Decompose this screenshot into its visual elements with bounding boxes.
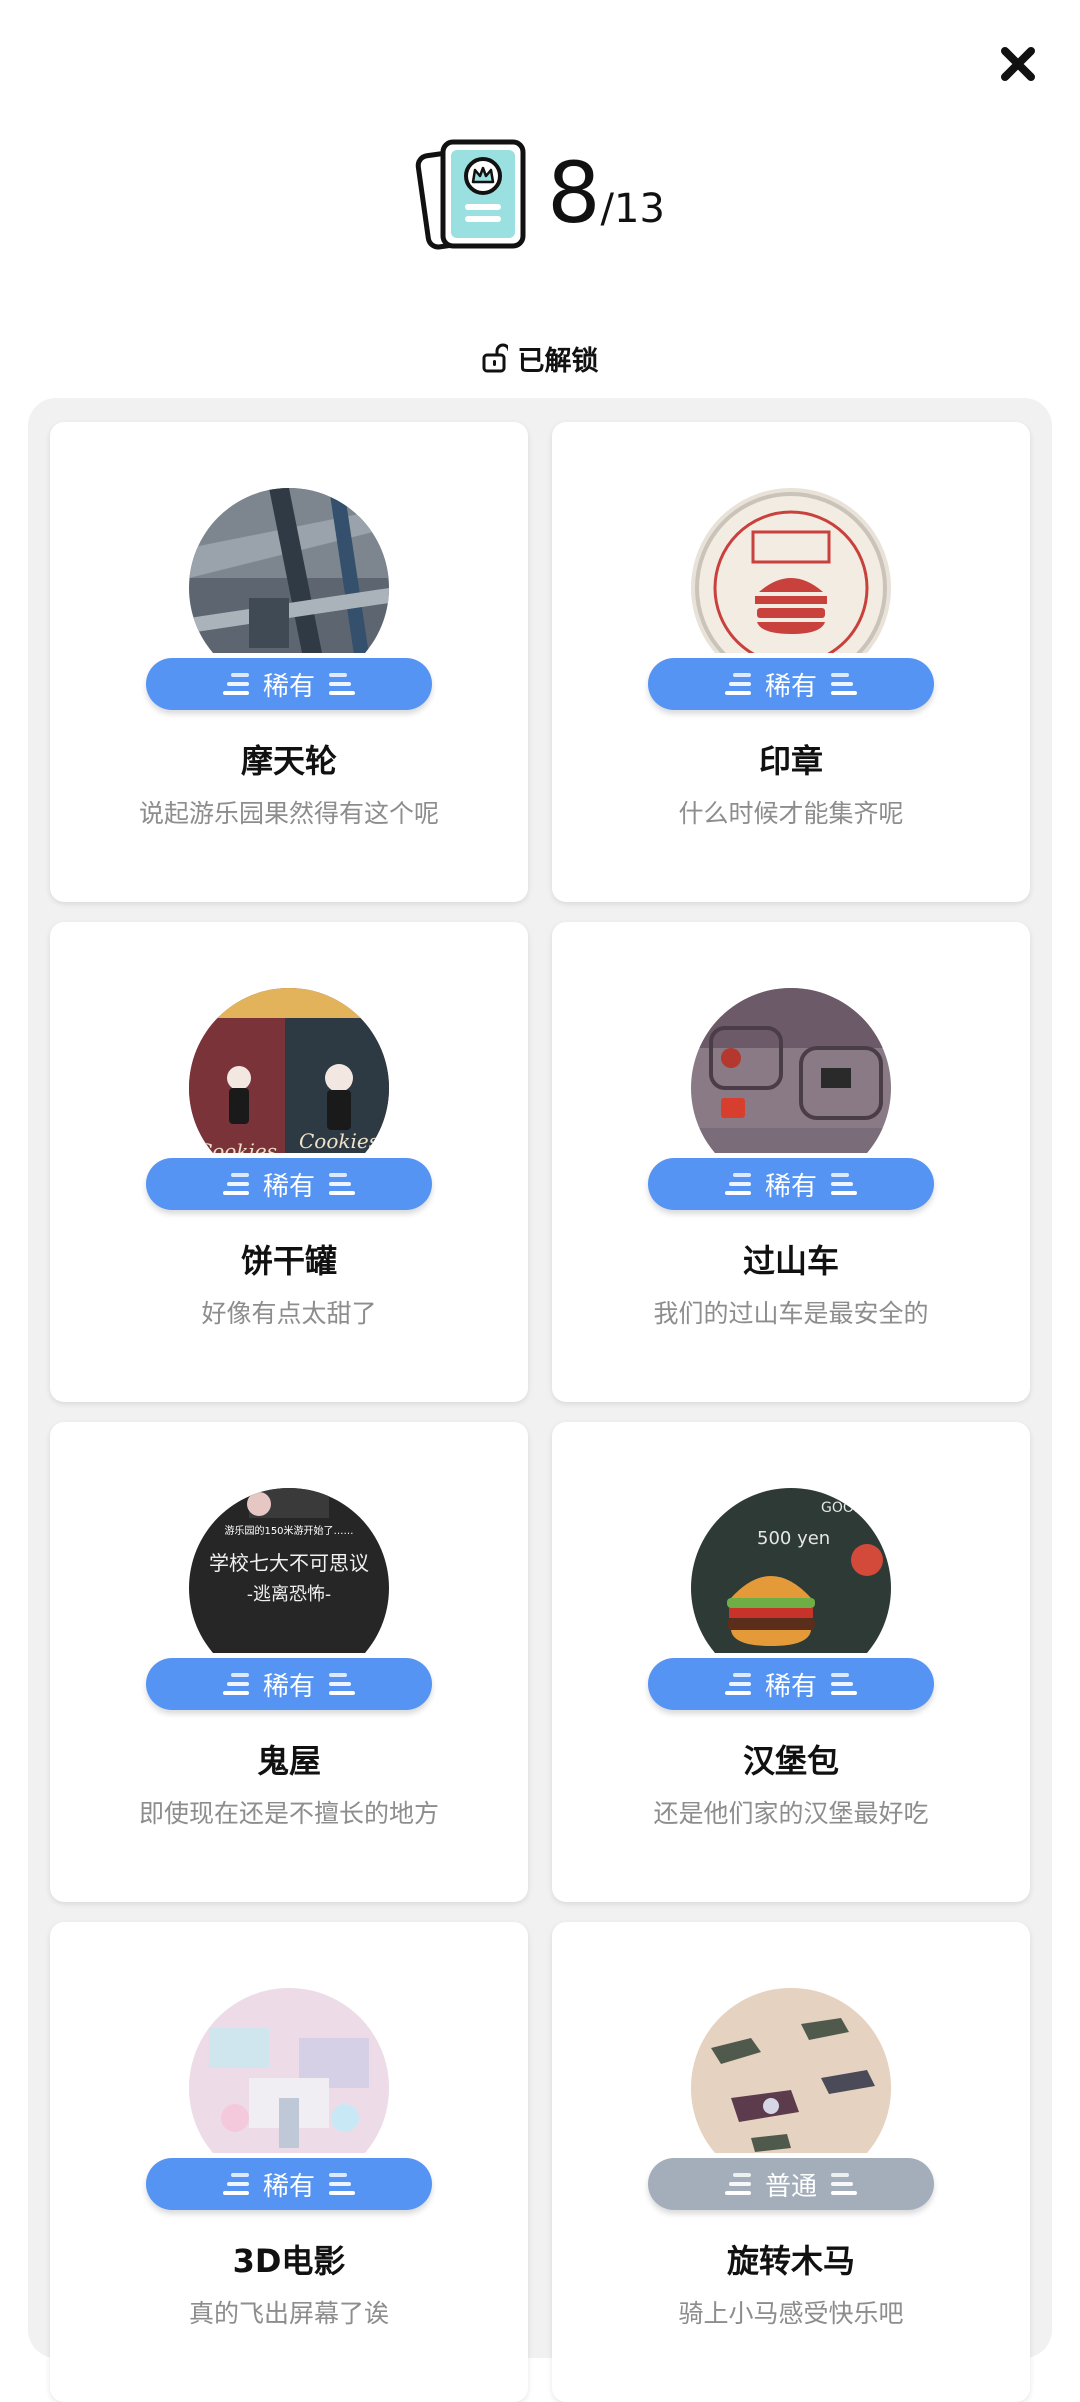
card-title: 印章 (758, 742, 823, 780)
card-description: 我们的过山车是最安全的 (653, 1299, 929, 1328)
card-carousel[interactable]: 普通 旋转木马 骑上小马感受快乐吧 (552, 1922, 1030, 2402)
rarity-label: 稀有 (764, 671, 817, 702)
haunted-subtitle-text: -逃离恐怖- (247, 1584, 331, 1605)
close-icon (1001, 47, 1035, 81)
rarity-badge: 稀有 (146, 1658, 432, 1710)
rarity-badge: 普通 (648, 2158, 934, 2210)
badge-stripes-icon (724, 1673, 751, 1695)
card-description: 说起游乐园果然得有这个呢 (138, 799, 439, 828)
badge-stripes-icon (222, 1673, 249, 1695)
card-collection-icon (415, 139, 526, 250)
rarity-badge: 稀有 (146, 658, 432, 710)
card-description: 什么时候才能集齐呢 (678, 799, 904, 828)
rarity-badge: 稀有 (146, 1158, 432, 1210)
card-title: 摩天轮 (240, 742, 337, 780)
unlock-icon (482, 343, 508, 373)
rarity-badge: 稀有 (648, 1158, 934, 1210)
badge-stripes-icon (329, 673, 355, 695)
close-button[interactable] (990, 36, 1046, 92)
count-total: /13 (600, 186, 665, 232)
rarity-badge: 稀有 (648, 1658, 934, 1710)
rarity-label: 稀有 (764, 1671, 817, 1702)
badge-stripes-icon (724, 673, 751, 695)
card-cookie-jar[interactable]: Cookies Cookies 稀有 饼干罐 好像有点太甜了 (50, 922, 528, 1402)
card-title: 过山车 (742, 1242, 839, 1280)
badge-stripes-icon (724, 2173, 751, 2195)
card-haunted-house[interactable]: 游乐园的150米游开始了…… 学校七大不可思议 -逃离恐怖- 稀有 鬼屋 即使现… (50, 1422, 528, 1902)
card-ferris-wheel[interactable]: 稀有 摩天轮 说起游乐园果然得有这个呢 (50, 422, 528, 902)
collection-count: 8 /13 (547, 151, 665, 235)
card-description: 真的飞出屏幕了诶 (188, 2299, 389, 2328)
rarity-label: 稀有 (262, 2171, 315, 2202)
count-current: 8 (547, 144, 601, 242)
card-description: 骑上小马感受快乐吧 (678, 2299, 904, 2328)
rarity-label: 稀有 (262, 1671, 315, 1702)
badge-stripes-icon (222, 1173, 249, 1195)
badge-stripes-icon (831, 1673, 857, 1695)
card-3d-movie[interactable]: 稀有 3D电影 真的飞出屏幕了诶 (50, 1922, 528, 2402)
badge-stripes-icon (329, 1673, 355, 1695)
rarity-label: 稀有 (262, 1171, 315, 1202)
rarity-label: 普通 (764, 2171, 817, 2202)
haunted-title-text: 学校七大不可思议 (209, 1551, 369, 1575)
badge-stripes-icon (831, 673, 857, 695)
badge-stripes-icon (329, 1173, 355, 1195)
burger-price-text: 500 yen (757, 1528, 830, 1549)
cookies-right-text: Cookies (299, 1129, 379, 1153)
badge-stripes-icon (222, 673, 249, 695)
card-grid: 稀有 摩天轮 说起游乐园果然得有这个呢 稀有 印章 什么时候才能集齐呢 Cook… (28, 398, 1052, 2402)
collection-progress: 8 /13 (0, 128, 1080, 258)
card-description: 好像有点太甜了 (201, 1299, 377, 1328)
rarity-badge: 稀有 (648, 658, 934, 710)
card-title: 3D电影 (232, 2242, 346, 2280)
rarity-label: 稀有 (262, 671, 315, 702)
card-title: 饼干罐 (240, 1242, 337, 1280)
badge-stripes-icon (724, 1173, 751, 1195)
card-roller-coaster[interactable]: 稀有 过山车 我们的过山车是最安全的 (552, 922, 1030, 1402)
unlocked-section-label: 已解锁 (0, 338, 1080, 378)
badge-stripes-icon (831, 1173, 857, 1195)
card-stamp[interactable]: 稀有 印章 什么时候才能集齐呢 (552, 422, 1030, 902)
burger-goods-text: GOODS (821, 1500, 874, 1516)
badge-stripes-icon (831, 2173, 857, 2195)
card-title: 汉堡包 (742, 1742, 839, 1780)
card-description: 还是他们家的汉堡最好吃 (653, 1799, 929, 1828)
card-description: 即使现在还是不擅长的地方 (138, 1799, 439, 1828)
rarity-badge: 稀有 (146, 2158, 432, 2210)
rarity-label: 稀有 (764, 1171, 817, 1202)
card-hamburger[interactable]: GOODS 500 yen 稀有 汉堡包 还是他们家的汉堡最好吃 (552, 1422, 1030, 1902)
badge-stripes-icon (329, 2173, 355, 2195)
unlocked-label: 已解锁 (517, 345, 599, 377)
haunted-top-text: 游乐园的150米游开始了…… (224, 1524, 353, 1537)
card-title: 鬼屋 (256, 1742, 321, 1780)
badge-stripes-icon (222, 2173, 249, 2195)
card-title: 旋转木马 (726, 2242, 855, 2280)
